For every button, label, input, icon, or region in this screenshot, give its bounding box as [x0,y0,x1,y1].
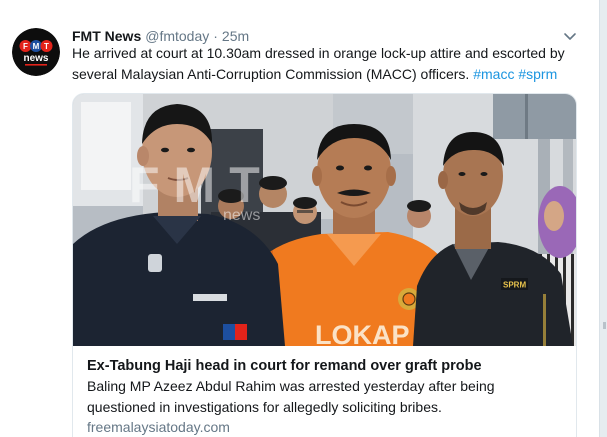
link-preview-card[interactable]: LOKAP SPRM FMT news Ex-Tabung Haji head … [72,93,577,437]
tweet-text: He arrived at court at 10.30am dressed i… [72,43,577,85]
author-name[interactable]: FMT News [72,28,141,44]
dot-separator: · [213,28,218,44]
watermark-word: news [223,207,260,224]
hashtag-link-sprm[interactable]: #sprm [518,66,557,82]
avatar[interactable]: F M T news [12,28,60,76]
column-border [599,0,607,437]
fmt-logo: F M T news [12,28,60,76]
edge-marker [603,322,606,329]
logo-tagline-bar [25,64,47,66]
chevron-down-icon [562,28,578,44]
timeline-column: F M T news FMT News @fmtoday · 25m He arriv… [0,0,607,437]
sprm-badge-text: SPRM [503,281,526,290]
more-options-button[interactable] [562,28,578,44]
logo-word: news [23,53,48,64]
logo-letter-m: M [33,42,40,51]
watermark-letters: FMT [129,157,274,213]
card-description: Baling MP Azeez Abdul Rahim was arrested… [87,378,495,415]
shirt-lettering: LOKAP [315,320,410,346]
card-text: Ex-Tabung Haji head in court for remand … [73,346,547,437]
card-title[interactable]: Ex-Tabung Haji head in court for remand … [87,356,547,376]
card-domain[interactable]: freemalaysiatoday.com [87,418,547,437]
tweet-timestamp[interactable]: 25m [222,28,249,44]
hashtag-link-macc[interactable]: #macc [473,66,514,82]
card-photo[interactable]: LOKAP SPRM FMT news [73,94,576,346]
logo-letter-f: F [23,42,28,51]
author-handle[interactable]: @fmtoday [145,28,209,44]
logo-letter-t: T [44,42,49,51]
